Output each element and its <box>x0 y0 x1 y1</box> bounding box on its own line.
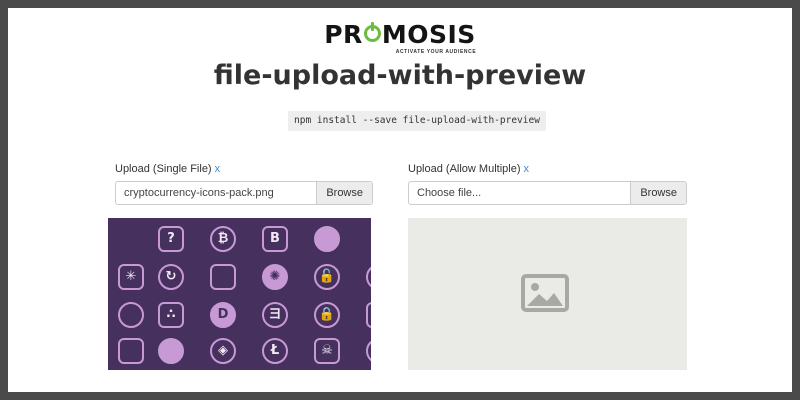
image-placeholder-icon <box>521 274 569 312</box>
single-upload-label: Upload (Single File) x <box>115 163 220 175</box>
rainbow-dots-icon <box>210 264 236 290</box>
face-icon <box>118 302 144 328</box>
litecoin-icon: Ł <box>262 338 288 364</box>
install-command: npm install --save file-upload-with-prev… <box>288 111 546 131</box>
single-file-name: cryptocurrency-icons-pack.png <box>124 187 274 199</box>
multiple-upload-label-text: Upload (Allow Multiple) <box>408 163 521 175</box>
page-title: file-upload-with-preview <box>213 60 587 91</box>
multiple-browse-button[interactable]: Browse <box>630 182 686 204</box>
mask-face-icon <box>158 338 184 364</box>
multiple-file-placeholder: Choose file... <box>417 187 482 199</box>
network-burst-icon: ✳ <box>118 264 144 290</box>
single-clear-button[interactable]: x <box>215 163 221 175</box>
triangle-dots-icon: ∴ <box>158 302 184 328</box>
single-image-preview: ? ₿ B ✳ ↻ ✺ 🔓 ⚲ ∴ Dヨ 🔒 ◈ Ł ☠ <box>108 218 371 370</box>
dogecoin-icon: D <box>210 302 236 328</box>
hexagon-icon <box>366 338 371 364</box>
page-frame: PR MOSIS ACTIVATE YOUR AUDIENCE file-uplo… <box>8 8 792 392</box>
feather-icon <box>118 338 144 364</box>
refresh-coin-icon: ↻ <box>158 264 184 290</box>
cube-icon: ◈ <box>210 338 236 364</box>
chain-link-icon <box>314 226 340 252</box>
single-upload-label-text: Upload (Single File) <box>115 163 212 175</box>
cube-hex-icon: ヨ <box>262 302 288 328</box>
promosis-logo: PR MOSIS ACTIVATE YOUR AUDIENCE <box>8 20 792 56</box>
magnifier-icon: ⚲ <box>366 264 371 290</box>
bitcoin-icon: ₿ <box>210 226 236 252</box>
logo-tagline: ACTIVATE YOUR AUDIENCE <box>395 49 477 55</box>
unlock-icon: 🔓 <box>314 264 340 290</box>
hub-nodes-icon: ✺ <box>262 264 288 290</box>
logo-text-left: PR <box>324 20 363 49</box>
multiple-file-input[interactable]: Choose file... Browse <box>408 181 687 205</box>
multiple-image-preview <box>408 218 687 370</box>
multiple-clear-button[interactable]: x <box>524 163 530 175</box>
logo-text-right: MOSIS <box>381 20 476 49</box>
skull-icon: ☠ <box>314 338 340 364</box>
lock-icon: 🔒 <box>314 302 340 328</box>
power-o-icon <box>363 22 381 42</box>
multiple-upload-label: Upload (Allow Multiple) x <box>408 163 529 175</box>
question-coin-icon: ? <box>158 226 184 252</box>
single-browse-button[interactable]: Browse <box>316 182 372 204</box>
diamond-icon <box>366 302 371 328</box>
single-file-input[interactable]: cryptocurrency-icons-pack.png Browse <box>115 181 373 205</box>
bitcoin-outline-icon: B <box>262 226 288 252</box>
